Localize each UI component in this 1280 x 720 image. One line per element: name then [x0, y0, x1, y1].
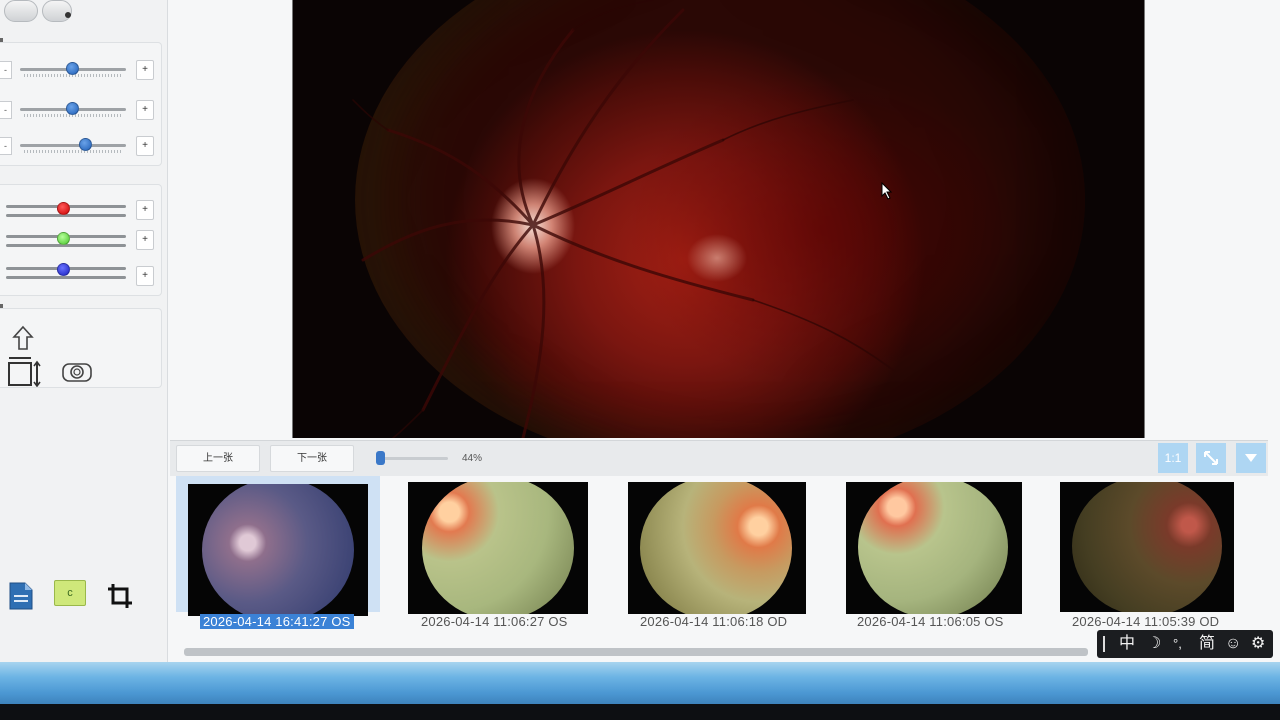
- brightness-slider-row: - +: [0, 57, 160, 83]
- sharpness-track[interactable]: [20, 144, 126, 147]
- blue-channel-thumb[interactable]: [57, 263, 70, 276]
- thumbnail-image: [408, 482, 588, 614]
- thumbnail-label: 2026-04-14 16:41:27 OS: [200, 614, 354, 629]
- thumbnail-label: 2026-04-14 11:06:18 OD: [640, 614, 788, 629]
- zoom-slider-thumb[interactable]: [376, 451, 385, 465]
- zoom-percent: 44%: [462, 453, 483, 464]
- brightness-thumb[interactable]: [66, 62, 79, 75]
- thumbnail-item[interactable]: [628, 476, 848, 636]
- thumbnail-image: [1060, 482, 1234, 612]
- emoji-icon[interactable]: ☺: [1225, 634, 1241, 654]
- prev-image-button[interactable]: 上一张: [176, 445, 260, 472]
- green-channel-thumb[interactable]: [57, 232, 70, 245]
- fundus-thumb: [202, 484, 354, 616]
- chevron-down-icon: [1245, 454, 1257, 462]
- moon-icon[interactable]: ☽: [1147, 634, 1161, 654]
- sharpness-thumb[interactable]: [79, 138, 92, 151]
- dropdown-dot-icon: [65, 12, 71, 18]
- brightness-plus-button[interactable]: +: [136, 60, 154, 80]
- thumbnail-item[interactable]: [176, 476, 380, 616]
- ime-mode-toggle[interactable]: 中: [1119, 634, 1135, 654]
- document-icon[interactable]: [6, 580, 36, 612]
- thumbnail-scrollbar[interactable]: [184, 648, 1088, 656]
- crop-icon[interactable]: [106, 582, 134, 610]
- toolbar-pill-button[interactable]: [4, 0, 38, 22]
- red-slider-row: +: [0, 197, 160, 223]
- monitor-bezel: [0, 704, 1280, 720]
- contrast-thumb[interactable]: [66, 102, 79, 115]
- red-plus-button[interactable]: +: [136, 200, 154, 220]
- dropdown-button[interactable]: [1236, 443, 1266, 473]
- zoom-slider-track[interactable]: [380, 457, 448, 460]
- ime-grip: [1103, 636, 1105, 652]
- green-plus-button[interactable]: +: [136, 230, 154, 250]
- contrast-plus-button[interactable]: +: [136, 100, 154, 120]
- thumbnail-label: 2026-04-14 11:06:27 OS: [421, 614, 568, 629]
- thumbnail-label: 2026-04-14 11:05:39 OD: [1072, 614, 1220, 629]
- adjustment-panel: - + - + - + + + + c: [0, 0, 168, 662]
- contrast-slider-row: - +: [0, 97, 160, 123]
- sharpness-minus-button[interactable]: -: [0, 137, 12, 155]
- image-nav-bar: 上一张 下一张 44% 1:1: [170, 440, 1268, 476]
- sharpness-plus-button[interactable]: +: [136, 136, 154, 156]
- mouse-cursor-icon: [881, 182, 893, 200]
- thumbnail-image: [628, 482, 806, 614]
- fundus-thumb: [1072, 482, 1222, 612]
- blue-track-bottom: [6, 276, 126, 279]
- next-image-button[interactable]: 下一张: [270, 445, 354, 472]
- ime-toolbar: 中 ☽ °, 简 ☺ ⚙: [1097, 630, 1273, 658]
- actual-size-button[interactable]: 1:1: [1158, 443, 1188, 473]
- color-c-icon[interactable]: c: [54, 580, 86, 606]
- up-arrow-icon[interactable]: [12, 325, 34, 351]
- fundus-thumb: [640, 482, 792, 614]
- fit-window-button[interactable]: [1196, 443, 1226, 473]
- fundus-thumb: [858, 482, 1008, 614]
- punctuation-toggle[interactable]: °,: [1173, 634, 1182, 654]
- thumbnail-strip: 2026-04-14 16:41:27 OS 2026-04-14 11:06:…: [170, 476, 1270, 646]
- fundus-image-viewer[interactable]: [292, 0, 1145, 438]
- image-adjust-group: - + - + - +: [0, 42, 162, 166]
- red-channel-thumb[interactable]: [57, 202, 70, 215]
- sharpness-slider-row: - +: [0, 133, 160, 159]
- fundus-thumb: [422, 482, 574, 614]
- brightness-minus-button[interactable]: -: [0, 61, 12, 79]
- taskbar: [0, 662, 1280, 706]
- settings-icon[interactable]: ⚙: [1251, 634, 1265, 654]
- contrast-minus-button[interactable]: -: [0, 101, 12, 119]
- green-slider-row: +: [0, 227, 160, 253]
- crop-frame-icon[interactable]: [6, 355, 42, 387]
- blue-slider-row: +: [0, 263, 160, 289]
- thumbnail-label: 2026-04-14 11:06:05 OS: [857, 614, 1004, 629]
- expand-arrows-icon: [1204, 451, 1218, 465]
- simplified-toggle[interactable]: 简: [1199, 634, 1215, 654]
- thumbnail-item[interactable]: [408, 476, 628, 636]
- thumbnail-item[interactable]: [846, 476, 1066, 636]
- thumbnail-image: [188, 484, 368, 616]
- blue-plus-button[interactable]: +: [136, 266, 154, 286]
- screen: - + - + - + + + + c 上一张 下一张 44% 1:1 2026…: [0, 0, 1280, 668]
- thumbnail-item[interactable]: [1060, 476, 1280, 636]
- camera-icon[interactable]: [60, 359, 94, 385]
- tool-group: [0, 308, 162, 388]
- sharpness-ticks: [24, 150, 122, 153]
- thumbnail-image: [846, 482, 1022, 614]
- rgb-adjust-group: + + +: [0, 184, 162, 296]
- toolbar-pill-button-2[interactable]: [42, 0, 72, 22]
- retinal-vessels: [352, 0, 894, 438]
